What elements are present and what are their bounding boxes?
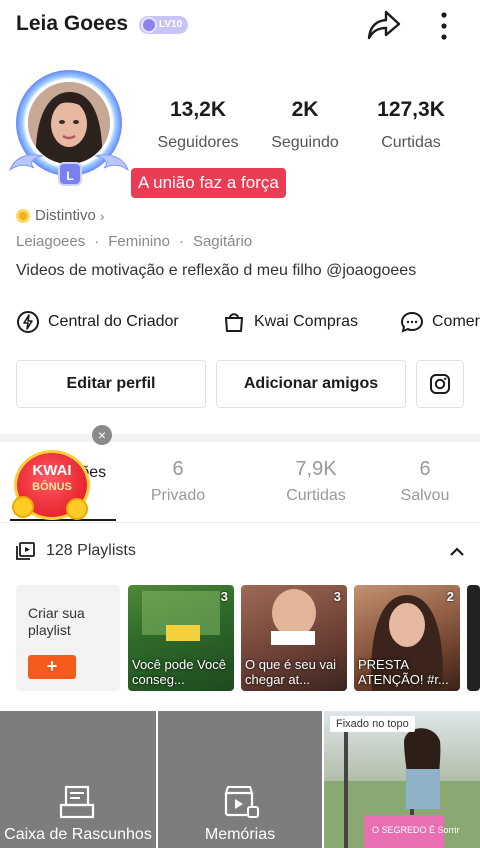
tab-saved-count: 6 — [419, 458, 431, 480]
avatar-level-chip: L — [58, 162, 82, 186]
stat-likes[interactable]: 127,3K Curtidas — [356, 98, 466, 152]
left-wing-icon — [9, 154, 44, 172]
memories-label: Memórias — [204, 826, 276, 843]
motto-badge: A união faz a força — [131, 168, 286, 198]
followers-count: 13,2K — [169, 98, 227, 121]
meta-separator: · — [178, 233, 184, 250]
playlists-header[interactable]: 128 Playlists — [16, 542, 136, 560]
playlist-caption: PRESTA ATENÇÃO! #r... — [358, 657, 449, 687]
share-icon[interactable] — [366, 8, 402, 42]
instagram-icon — [430, 374, 450, 394]
followers-label: Seguidores — [157, 134, 239, 151]
profile-meta: Leiagoees · Feminino · Sagitário — [16, 233, 252, 250]
kwai-bonus-widget[interactable]: KWAI BÔNUS — [10, 448, 94, 524]
stat-followers[interactable]: 13,2K Seguidores — [143, 98, 253, 152]
level-badge[interactable]: LV10 — [139, 16, 189, 34]
following-label: Seguindo — [271, 134, 339, 151]
tab-private[interactable]: 6 Privado — [118, 458, 238, 505]
stat-following[interactable]: 2K Seguindo — [250, 98, 360, 152]
playlist-thumb-partial[interactable] — [467, 585, 480, 691]
playlist-thumb[interactable]: 2 PRESTA ATENÇÃO! #r... — [354, 585, 460, 691]
create-playlist-button[interactable]: + — [28, 655, 76, 679]
tab-private-count: 6 — [172, 458, 184, 480]
creator-center-label: Central do Criador — [48, 313, 179, 330]
tab-saved[interactable]: 6 Salvou — [365, 458, 480, 505]
meta-handle: Leiagoees — [16, 233, 86, 250]
playlist-icon — [16, 542, 35, 560]
instagram-button[interactable] — [416, 360, 464, 408]
drafts-label: Caixa de Rascunhos — [4, 826, 152, 843]
create-playlist-label: Criar sua playlist — [28, 605, 85, 638]
badge-link[interactable]: Distintivo › — [16, 207, 105, 224]
following-count: 2K — [291, 98, 319, 121]
avatar[interactable]: L — [8, 62, 130, 190]
meta-separator: · — [94, 233, 100, 250]
playlist-caption: O que é seu vai chegar at... — [245, 657, 337, 687]
playlists-count-label: 128 Playlists — [46, 542, 136, 559]
meta-gender: Feminino — [108, 233, 170, 250]
kwai-shop-label: Kwai Compras — [254, 313, 359, 330]
comments-link[interactable]: Comer — [400, 310, 480, 334]
lightning-icon — [17, 311, 39, 333]
close-bonus-icon[interactable]: × — [92, 425, 112, 445]
level-badge-label: LV10 — [159, 19, 183, 30]
tab-saved-label: Salvou — [400, 487, 450, 504]
chevron-up-icon[interactable] — [448, 543, 466, 561]
playlist-count: 2 — [446, 589, 454, 604]
drafts-box-icon — [59, 785, 95, 819]
meta-sign: Sagitário — [192, 233, 253, 250]
create-playlist-card[interactable]: Criar sua playlist + — [16, 585, 120, 691]
bio-text: Videos de motivação e reflexão d meu fil… — [16, 262, 417, 279]
chat-bubble-icon — [400, 311, 424, 333]
playlist-count: 3 — [220, 589, 228, 604]
add-friends-button[interactable]: Adicionar amigos — [216, 360, 406, 408]
gold-coin-icon — [66, 498, 88, 520]
kwai-shop-link[interactable]: Kwai Compras — [222, 310, 358, 334]
creator-center-link[interactable]: Central do Criador — [16, 310, 179, 334]
tab-likes[interactable]: 7,9K Curtidas — [256, 458, 376, 505]
memories-clapper-icon — [224, 786, 259, 818]
bonus-subtitle: BÔNUS — [32, 481, 72, 493]
bonus-title: KWAI — [32, 462, 72, 479]
username: Leia Goees — [16, 12, 129, 35]
video-caption: O SEGREDO É Sorrir — [372, 825, 460, 835]
badge-link-label: Distintivo — [35, 207, 96, 224]
tab-likes-label: Curtidas — [286, 487, 346, 504]
tab-likes-count: 7,9K — [295, 458, 337, 480]
likes-count: 127,3K — [377, 98, 445, 121]
playlist-thumb[interactable]: 3 O que é seu vai chegar at... — [241, 585, 347, 691]
likes-label: Curtidas — [381, 134, 441, 151]
memories-cell[interactable]: Memórias — [158, 711, 322, 848]
gem-icon — [141, 17, 157, 33]
playlist-count: 3 — [333, 589, 341, 604]
shopping-bag-icon — [225, 313, 243, 332]
playlist-thumb[interactable]: 3 Você pode Você conseg... — [128, 585, 234, 691]
creator-tools-row: Central do Criador Kwai Compras Comer — [0, 306, 480, 338]
edit-profile-button[interactable]: Editar perfil — [16, 360, 206, 408]
section-divider — [0, 434, 480, 442]
right-wing-icon — [94, 154, 129, 172]
comments-label: Comer — [432, 313, 480, 330]
tab-private-label: Privado — [150, 487, 206, 504]
profile-header: Leia Goees LV10 — [0, 0, 480, 52]
pinned-tag: Fixado no topo — [330, 716, 415, 732]
playlist-caption: Você pode Você conseg... — [132, 657, 226, 687]
gold-coin-icon — [12, 496, 34, 518]
more-options-icon[interactable] — [434, 10, 454, 42]
chevron-right-icon: › — [99, 207, 105, 224]
badge-coin-icon — [16, 208, 30, 223]
drafts-cell[interactable]: Caixa de Rascunhos — [0, 711, 156, 848]
